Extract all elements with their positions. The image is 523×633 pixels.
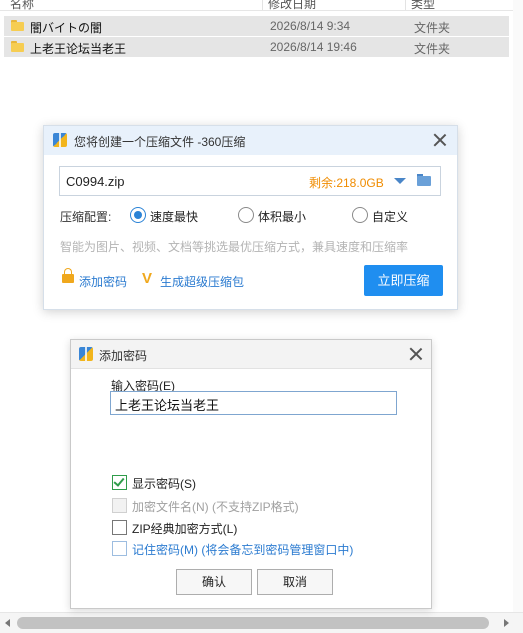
column-date-header[interactable]: 修改日期 [268,0,316,10]
column-header: 名称 修改日期 类型 [0,0,523,11]
compress-hint: 智能为图片、视频、文档等挑选最优压缩方式，兼具速度和压缩率 [60,240,409,254]
file-name: 闇バイトの闇 [30,21,103,35]
folder-icon [11,41,24,52]
radio-fastest[interactable] [130,207,146,223]
add-password-dialog: 添加密码 输入密码(E) 上老王论坛当老王 显示密码(S) 加密文件名(N) (… [70,339,432,609]
scroll-right-icon[interactable] [504,619,509,627]
folder-icon[interactable] [417,173,432,187]
column-divider[interactable] [405,0,406,10]
horizontal-scrollbar[interactable] [0,612,523,633]
archive-app-icon [53,133,67,147]
radio-smallest[interactable] [238,207,254,223]
encrypt-filenames-label: 加密文件名(N) (不支持ZIP格式) [132,500,299,514]
file-row[interactable]: 上老王论坛当老王 2026/8/14 19:46 文件夹 [4,37,509,57]
close-icon[interactable] [409,347,423,361]
compress-dialog: 您将创建一个压缩文件 -360压缩 C0994.zip 剩余:218.0GB 压… [43,125,458,310]
radio-fastest-label[interactable]: 速度最快 [150,208,198,225]
dialog-title: 添加密码 [99,349,148,363]
zip-classic-checkbox[interactable] [112,520,127,535]
column-name-header[interactable]: 名称 [10,0,34,10]
column-divider[interactable] [262,0,263,10]
file-type: 文件夹 [414,42,451,56]
dialog-titlebar: 添加密码 [71,340,431,369]
cancel-button[interactable]: 取消 [257,569,333,595]
vertical-scrollbar[interactable] [513,0,523,612]
config-label: 压缩配置: [60,210,112,224]
show-password-checkbox[interactable] [112,475,127,490]
radio-custom[interactable] [352,207,368,223]
zip-classic-label[interactable]: ZIP经典加密方式(L) [132,520,237,537]
encrypt-filenames-checkbox [112,498,127,513]
dialog-title: 您将创建一个压缩文件 -360压缩 [74,135,246,149]
file-type: 文件夹 [414,21,451,35]
file-name: 上老王论坛当老王 [30,42,127,56]
add-password-link[interactable]: 添加密码 [79,273,127,290]
radio-smallest-label[interactable]: 体积最小 [258,208,306,225]
file-date: 2026/8/14 9:34 [270,19,351,33]
radio-custom-label[interactable]: 自定义 [372,208,408,225]
show-password-label[interactable]: 显示密码(S) [132,475,196,492]
lock-icon[interactable] [62,268,74,283]
confirm-button[interactable]: 确认 [176,569,252,595]
archive-path-field[interactable]: C0994.zip 剩余:218.0GB [59,166,441,196]
password-field[interactable]: 上老王论坛当老王 [110,391,397,415]
password-value[interactable]: 上老王论坛当老王 [115,395,219,414]
dropdown-arrow-icon[interactable] [394,178,406,184]
file-date: 2026/8/14 19:46 [270,40,357,54]
close-icon[interactable] [433,133,447,147]
file-row[interactable]: 闇バイトの闇 2026/8/14 9:34 文件夹 [4,16,509,36]
scrollbar-thumb[interactable] [17,617,489,629]
remember-password-checkbox[interactable] [112,541,127,556]
folder-icon [11,20,24,31]
super-package-link[interactable]: 生成超级压缩包 [160,273,244,290]
column-type-header[interactable]: 类型 [411,0,435,10]
remaining-space: 剩余:218.0GB [309,176,384,190]
archive-app-icon [79,347,93,361]
compress-now-button[interactable]: 立即压缩 [364,265,443,296]
vip-icon[interactable]: V [142,270,152,287]
remember-password-label[interactable]: 记住密码(M) (将会备忘到密码管理窗口中) [132,541,353,558]
dialog-titlebar: 您将创建一个压缩文件 -360压缩 [44,126,457,155]
archive-filename[interactable]: C0994.zip [66,174,125,189]
scroll-left-icon[interactable] [5,619,10,627]
